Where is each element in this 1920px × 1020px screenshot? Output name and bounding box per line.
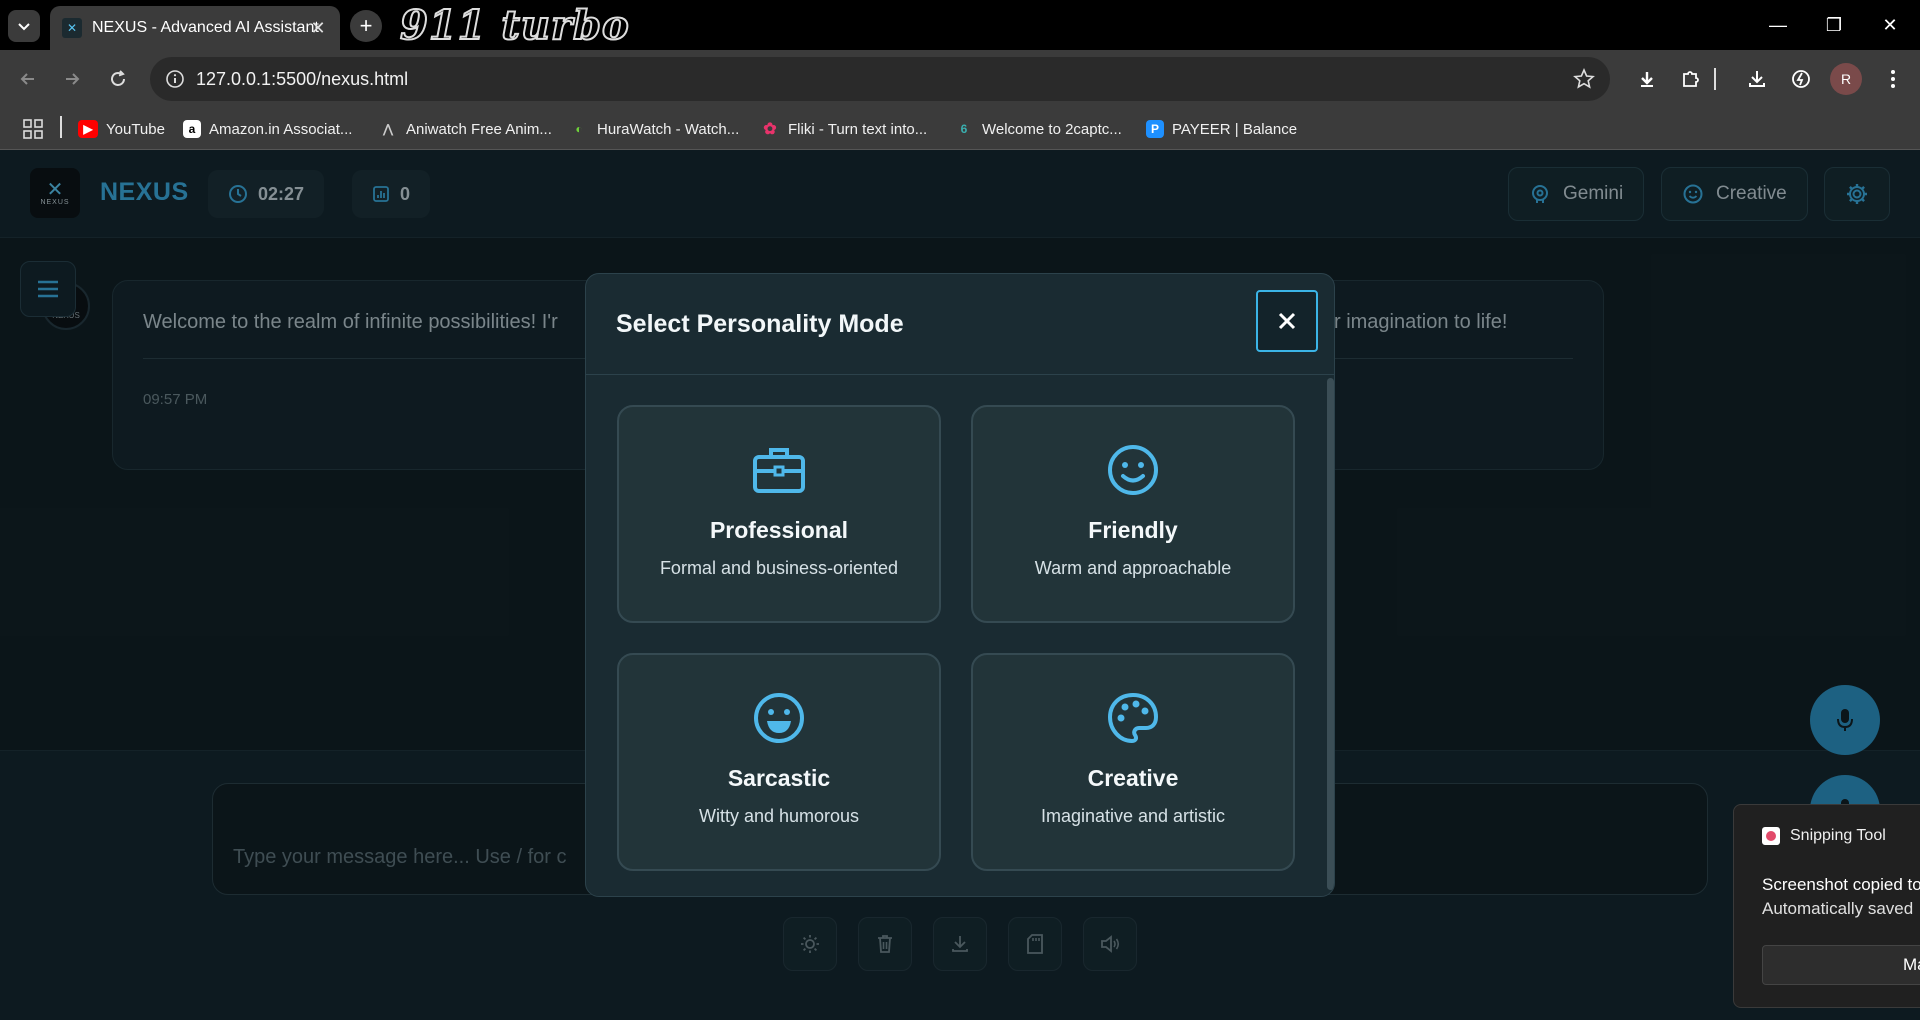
mode-name: Professional [709,517,849,543]
smile-icon [1104,441,1162,499]
youtube-icon: ▶ [78,120,98,138]
toolbar-divider [1710,64,1720,94]
extensions-puzzle-icon[interactable] [1676,64,1706,94]
bookmark-label: PAYEER | Balance [1172,120,1298,138]
bookmark-label: HuraWatch - Watch... [597,120,740,138]
close-icon [1278,312,1296,330]
aniwatch-icon: ⋀ [383,122,393,136]
browser-tab-bar: ✕ NEXUS - Advanced AI Assistant ✕ + 911 … [0,0,1920,50]
bookmark-hurawatch[interactable]: ◐ HuraWatch - Watch... [569,116,739,142]
bookmark-payeer[interactable]: P PAYEER | Balance [1146,116,1297,142]
modal-title: Select Personality Mode [616,310,904,338]
close-window-button[interactable]: ✕ [1862,0,1918,50]
bookmark-aniwatch[interactable]: ⋀ Aniwatch Free Anim... [378,116,552,142]
toast-message: Screenshot copied to [1762,875,1920,894]
toast-app-label: Snipping Tool [1790,827,1886,844]
bookmark-2captcha[interactable]: 6 Welcome to 2captc... [954,116,1122,142]
browser-toolbar: 127.0.0.1:5500/nexus.html R [0,50,1920,108]
mode-name: Friendly [1088,517,1178,543]
bookmark-label: Aniwatch Free Anim... [406,120,552,138]
reload-icon [111,70,125,86]
mode-description: Witty and humorous [698,806,860,826]
2captcha-icon: 6 [960,122,968,136]
grin-icon [750,689,808,747]
bookmark-star-icon[interactable] [1572,67,1596,91]
bookmark-youtube[interactable]: ▶ YouTube [78,116,165,142]
close-tab-icon[interactable]: ✕ [306,16,330,40]
address-bar[interactable]: 127.0.0.1:5500/nexus.html [150,57,1610,101]
mode-card-creative[interactable]: Creative Imaginative and artistic [971,653,1295,871]
toast-submessage: Automatically saved [1762,899,1914,918]
tab-title: NEXUS - Advanced AI Assistant [92,19,319,36]
arrow-right-icon [66,73,80,85]
url-text: 127.0.0.1:5500/nexus.html [196,68,409,89]
palette-icon [1104,689,1162,747]
theme-brand-text: 911 turbo [399,1,630,50]
extension-download-icon[interactable] [1632,64,1662,94]
reload-button[interactable] [102,63,134,95]
mode-description: Imaginative and artistic [1040,806,1226,826]
modal-close-button[interactable] [1256,290,1318,352]
bookmarks-divider [60,116,62,138]
bookmarks-bar: ▶ YouTube a Amazon.in Associat... ⋀ Aniw… [0,108,1920,150]
tab-search-button[interactable] [8,10,40,42]
amazon-icon: a [183,120,201,138]
back-button[interactable] [12,63,44,95]
bookmark-fliki[interactable]: ✿ Fliki - Turn text into... [760,116,927,142]
browser-menu-icon[interactable] [1878,64,1908,94]
bookmark-label: Welcome to 2captc... [982,120,1122,138]
personality-mode-modal: Select Personality Mode Professional For… [585,273,1335,897]
bookmark-label: Fliki - Turn text into... [788,120,928,138]
modal-scrollbar[interactable] [1327,378,1334,890]
bookmark-label: YouTube [106,120,165,138]
toast-action-button[interactable]: Ma [1762,945,1920,985]
snipping-tool-notification[interactable]: Snipping Tool Screenshot copied to Autom… [1733,804,1920,1008]
minimize-button[interactable]: — [1750,0,1806,50]
modal-header: Select Personality Mode [586,274,1334,375]
toast-app-name: Snipping Tool [1762,827,1886,845]
profile-avatar[interactable]: R [1830,63,1862,95]
mode-name: Sarcastic [727,765,831,791]
bookmark-amazon[interactable]: a Amazon.in Associat... [183,116,352,142]
apps-grid-icon[interactable] [22,118,44,140]
downloads-icon[interactable] [1742,64,1772,94]
snipping-tool-icon [1762,827,1780,845]
mode-card-professional[interactable]: Professional Formal and business-oriente… [617,405,941,623]
new-tab-button[interactable]: + [350,10,382,42]
fliki-icon: ✿ [763,121,777,138]
nexus-favicon-icon: ✕ [62,18,82,38]
briefcase-icon [750,441,808,499]
mode-description: Formal and business-oriented [659,558,899,578]
performance-icon[interactable] [1786,64,1816,94]
restore-button[interactable]: ❐ [1806,0,1862,50]
hurawatch-icon: ◐ [575,122,583,136]
mode-card-sarcastic[interactable]: Sarcastic Witty and humorous [617,653,941,871]
forward-button[interactable] [56,63,88,95]
arrow-left-icon [20,73,34,85]
chevron-down-icon [18,23,30,31]
site-info-icon[interactable] [164,68,186,90]
bookmark-label: Amazon.in Associat... [209,120,353,138]
browser-tab[interactable]: ✕ NEXUS - Advanced AI Assistant ✕ [50,6,340,50]
mode-card-friendly[interactable]: Friendly Warm and approachable [971,405,1295,623]
payeer-icon: P [1146,120,1164,138]
mode-name: Creative [1087,765,1179,791]
mode-description: Warm and approachable [1034,558,1232,578]
